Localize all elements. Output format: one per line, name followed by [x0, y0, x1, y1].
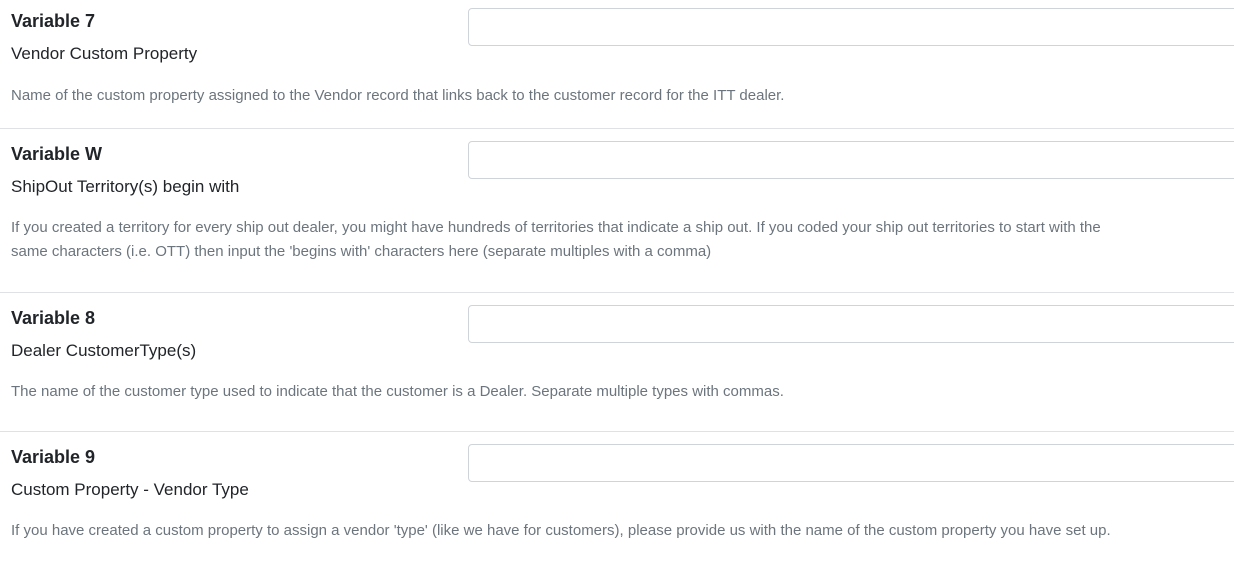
settings-list: Variable 7 Vendor Custom Property Name o…	[0, 0, 1234, 582]
variable-subtitle: Custom Property - Vendor Type	[11, 480, 249, 499]
variable-description: The name of the customer type used to in…	[11, 383, 784, 400]
variable-description: If you have created a custom property to…	[11, 522, 1111, 539]
variable-8-input[interactable]	[468, 305, 1234, 343]
variable-title: Variable 8	[11, 308, 96, 328]
variable-9-input[interactable]	[468, 444, 1234, 482]
variable-subtitle: Vendor Custom Property	[11, 44, 198, 63]
setting-row-variable-w: Variable W ShipOut Territory(s) begin wi…	[0, 129, 1234, 293]
variable-subtitle: ShipOut Territory(s) begin with	[11, 177, 240, 196]
setting-row-variable-9: Variable 9 Custom Property - Vendor Type…	[0, 432, 1234, 582]
variable-subtitle: Dealer CustomerType(s)	[11, 341, 197, 360]
setting-row-variable-7: Variable 7 Vendor Custom Property Name o…	[0, 0, 1234, 129]
variable-w-input[interactable]	[468, 141, 1234, 179]
variable-title: Variable 9	[11, 447, 96, 467]
variable-7-input[interactable]	[468, 8, 1234, 46]
variable-description: If you created a territory for every shi…	[11, 219, 1101, 260]
variable-title: Variable W	[11, 144, 103, 164]
variable-title: Variable 7	[11, 11, 96, 31]
variable-description: Name of the custom property assigned to …	[11, 87, 785, 104]
setting-row-variable-8: Variable 8 Dealer CustomerType(s) The na…	[0, 293, 1234, 432]
